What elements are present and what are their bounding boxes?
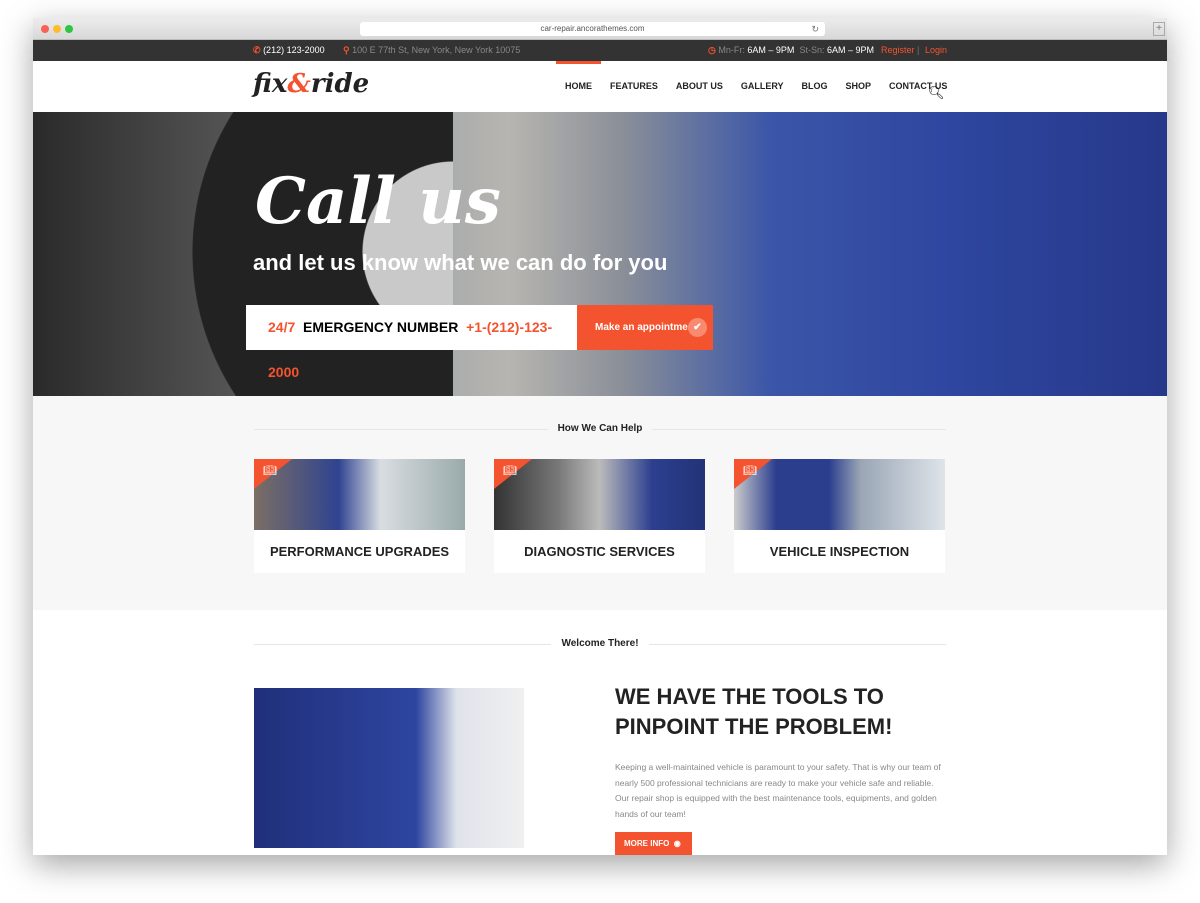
close-icon[interactable]	[41, 25, 49, 33]
how-we-can-help-section: How We Can Help 📖︎ PERFORMANCE UPGRADES 📖…	[33, 396, 1167, 610]
logo-part: fix	[253, 69, 288, 99]
service-title[interactable]: VEHICLE INSPECTION	[734, 544, 945, 559]
phone-icon: ✆	[253, 45, 261, 55]
play-circle-icon: ◉	[673, 839, 681, 848]
header: fix&ride HOME FEATURES ABOUT US GALLERY …	[33, 61, 1167, 112]
nav-features[interactable]: FEATURES	[601, 61, 667, 112]
nav-contact-us[interactable]: CONTACT US	[880, 61, 956, 112]
nav-about-us[interactable]: ABOUT US	[667, 61, 732, 112]
search-icon[interactable]: 🔍︎	[928, 85, 945, 101]
weekend-hours: 6AM – 9PM	[826, 45, 874, 55]
reload-icon[interactable]: ↻	[811, 22, 819, 36]
weekend-label: St-Sn:	[799, 45, 825, 55]
url-text: car-repair.ancorathemes.com	[540, 24, 645, 33]
weekday-hours: 6AM – 9PM	[747, 45, 795, 55]
section-title-text: How We Can Help	[547, 423, 653, 434]
browser-window: car-repair.ancorathemes.com ↻ + ✆ (212) 1…	[33, 18, 1167, 855]
nav-gallery[interactable]: GALLERY	[732, 61, 793, 112]
welcome-section: Welcome There! WE HAVE THE TOOLS TO PINP…	[33, 610, 1167, 855]
location-pin-icon: ⚲	[343, 45, 350, 55]
service-image: 📖︎	[734, 459, 945, 530]
section-title: How We Can Help	[254, 423, 946, 434]
emergency-label: EMERGENCY NUMBER	[303, 319, 459, 335]
section-title-text: Welcome There!	[551, 638, 649, 649]
more-info-label: MORE INFO	[624, 839, 670, 848]
service-title[interactable]: DIAGNOSTIC SERVICES	[494, 544, 705, 559]
clock-icon: ◷	[708, 45, 716, 55]
book-icon: 📖︎	[263, 465, 277, 477]
phone-text: (212) 123-2000	[263, 45, 325, 55]
book-icon: 📖︎	[743, 465, 757, 477]
logo[interactable]: fix&ride	[253, 69, 369, 99]
appointment-button[interactable]: Make an appointment ✔	[577, 305, 713, 350]
welcome-body: Keeping a well-maintained vehicle is par…	[615, 762, 941, 819]
logo-amp: &	[287, 69, 311, 99]
nav-blog[interactable]: BLOG	[793, 61, 837, 112]
minimize-icon[interactable]	[53, 25, 61, 33]
login-link[interactable]: Login	[925, 45, 947, 55]
welcome-heading: WE HAVE THE TOOLS TO PINPOINT THE PROBLE…	[615, 684, 893, 739]
hero-banner: Call us and let us know what we can do f…	[33, 112, 1167, 396]
service-image: 📖︎	[254, 459, 465, 530]
register-link[interactable]: Register	[881, 45, 915, 55]
nav-home[interactable]: HOME	[556, 61, 601, 112]
maximize-icon[interactable]	[65, 25, 73, 33]
divider: |	[917, 45, 920, 55]
book-icon: 📖︎	[503, 465, 517, 477]
address-text: 100 E 77th St, New York, New York 10075	[352, 45, 521, 55]
section-title: Welcome There!	[254, 638, 946, 649]
hero-subtitle: and let us know what we can do for you	[253, 250, 668, 275]
check-icon: ✔	[688, 318, 707, 337]
service-card[interactable]: 📖︎ DIAGNOSTIC SERVICES	[494, 459, 705, 573]
appointment-label: Make an appointment	[595, 322, 698, 333]
hours: ◷ Mn-Fr: 6AM – 9PM St-Sn: 6AM – 9PM	[708, 45, 874, 56]
nav-shop[interactable]: SHOP	[837, 61, 881, 112]
main-nav: HOME FEATURES ABOUT US GALLERY BLOG SHOP…	[556, 61, 956, 112]
address-bar[interactable]: car-repair.ancorathemes.com ↻	[360, 22, 825, 36]
service-title[interactable]: PERFORMANCE UPGRADES	[254, 544, 465, 559]
address: ⚲ 100 E 77th St, New York, New York 1007…	[343, 45, 520, 56]
weekday-label: Mn-Fr:	[718, 45, 745, 55]
mechanic-with-wrench-image	[254, 688, 524, 848]
hero-title: Call us	[255, 164, 501, 239]
service-image: 📖︎	[494, 459, 705, 530]
emergency-247: 24/7	[268, 319, 296, 335]
top-bar: ✆ (212) 123-2000 ⚲ 100 E 77th St, New Yo…	[33, 40, 1167, 61]
logo-part: ride	[310, 69, 370, 99]
more-info-button[interactable]: MORE INFO ◉	[615, 832, 692, 855]
browser-chrome: car-repair.ancorathemes.com ↻ +	[33, 18, 1167, 40]
emergency-number-box: 24/7 EMERGENCY NUMBER +1-(212)-123-2000	[246, 305, 578, 380]
phone: ✆ (212) 123-2000	[253, 45, 325, 56]
service-card[interactable]: 📖︎ VEHICLE INSPECTION	[734, 459, 945, 573]
service-card[interactable]: 📖︎ PERFORMANCE UPGRADES	[254, 459, 465, 573]
new-tab-icon[interactable]: +	[1153, 22, 1165, 36]
